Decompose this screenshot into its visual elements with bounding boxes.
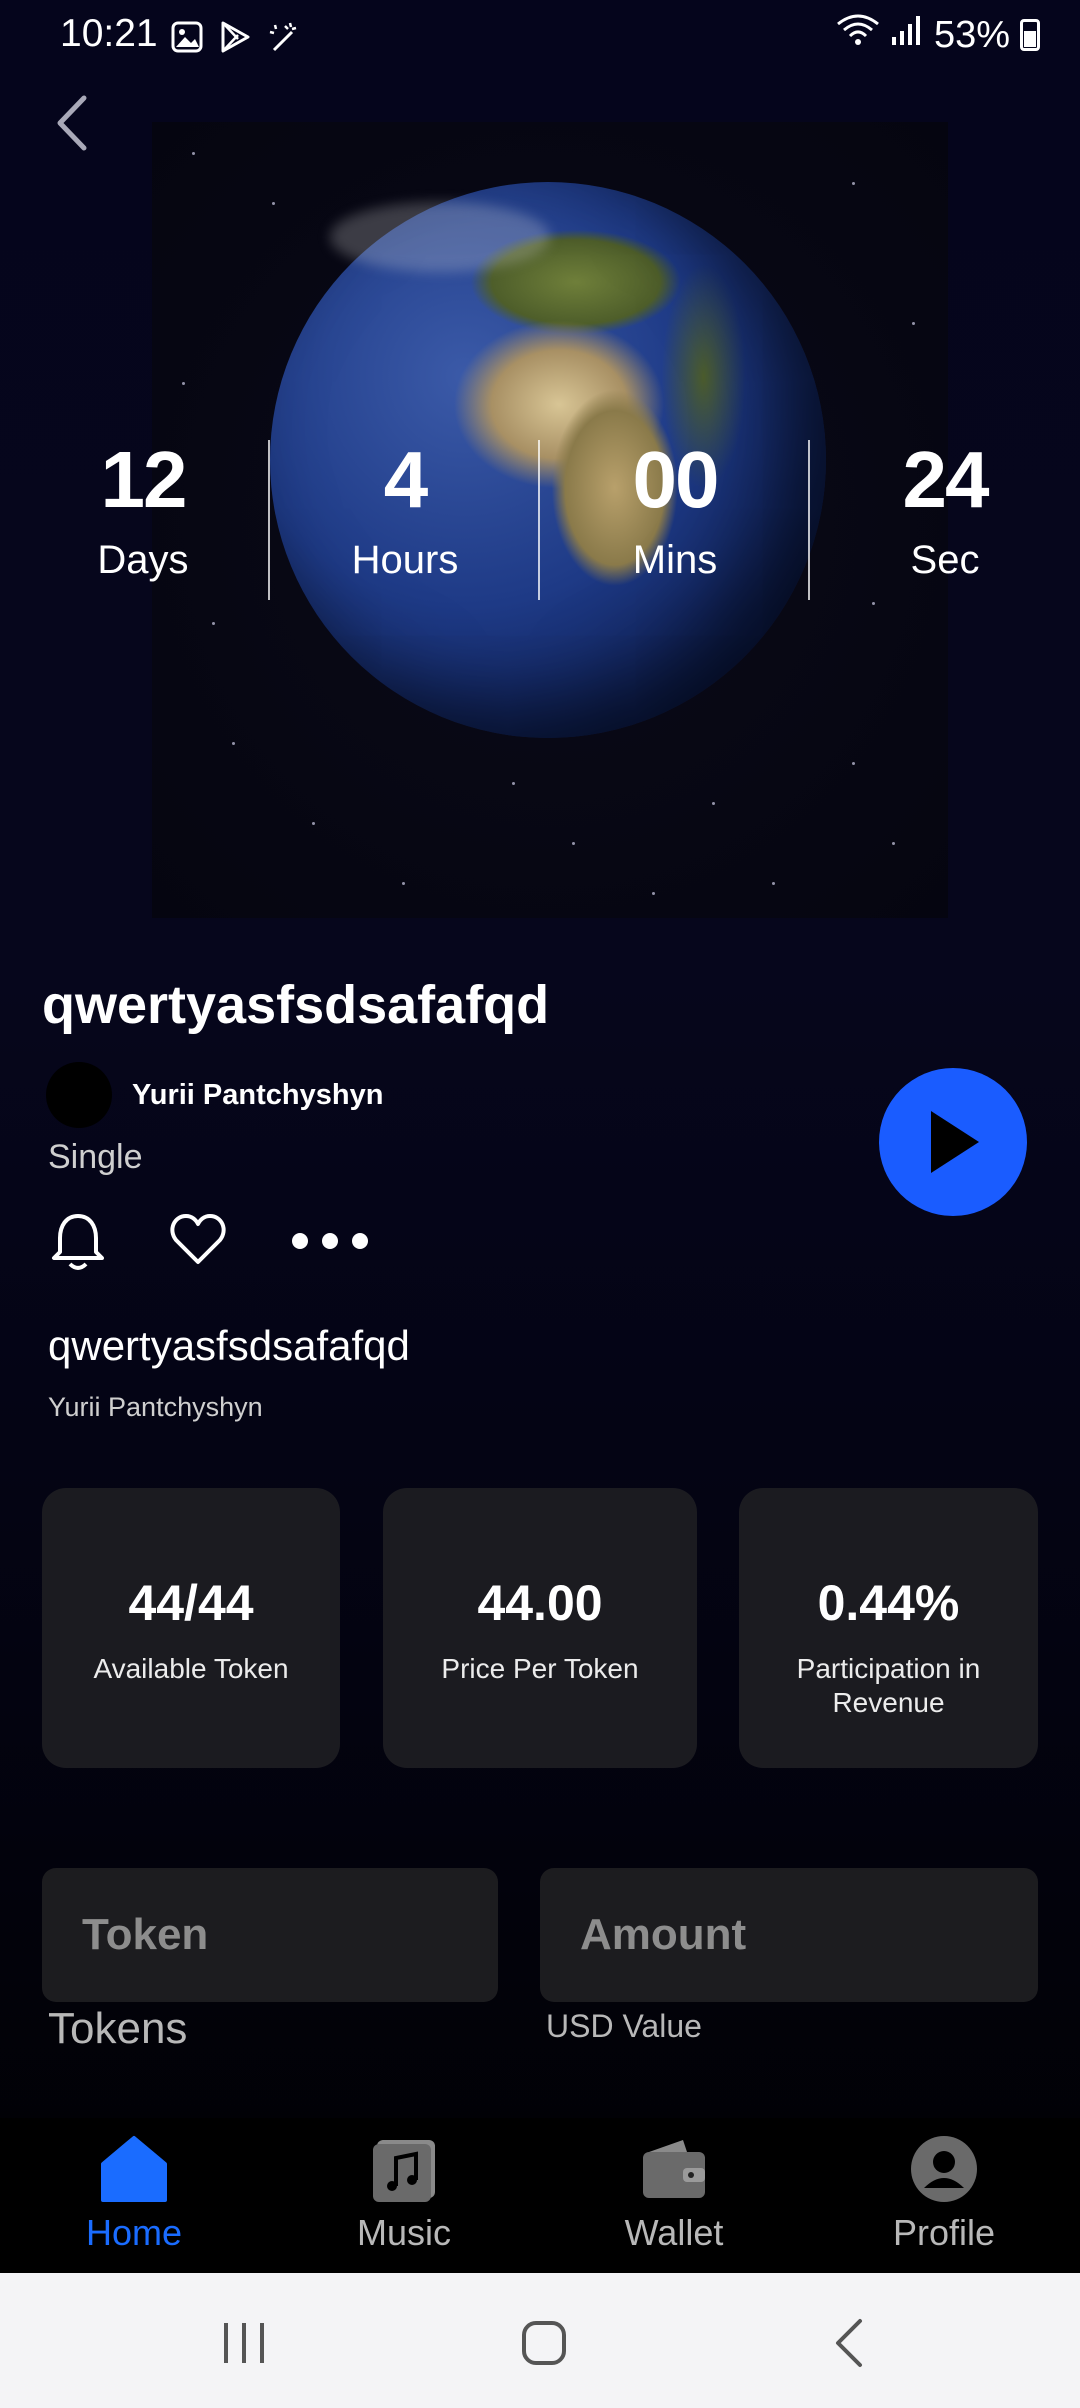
- home-icon: [99, 2134, 169, 2204]
- amount-field[interactable]: [540, 1868, 1038, 2002]
- countdown-divider: [538, 440, 540, 600]
- token-input[interactable]: [42, 1868, 498, 2002]
- more-options-icon[interactable]: [288, 1210, 372, 1272]
- countdown-hours: 4 Hours: [351, 435, 459, 583]
- artist-name[interactable]: Yurii Pantchyshyn: [132, 1079, 383, 1112]
- battery-percent: 53%: [933, 13, 1010, 56]
- artist-row[interactable]: Yurii Pantchyshyn: [46, 1062, 383, 1128]
- profile-icon: [909, 2134, 979, 2204]
- amount-caption: USD Value: [546, 2008, 702, 2044]
- countdown-mins: 00 Mins: [632, 435, 720, 583]
- token-field[interactable]: [42, 1868, 498, 2002]
- magic-wand-icon: [266, 20, 300, 54]
- play-button[interactable]: [879, 1068, 1027, 1216]
- nav-music[interactable]: Music: [294, 2134, 514, 2254]
- track-actions: [48, 1210, 372, 1272]
- nav-profile[interactable]: Profile: [834, 2134, 1054, 2254]
- signal-icon: [890, 13, 924, 57]
- system-status: 53%: [836, 12, 1040, 58]
- token-caption: Tokens: [48, 2004, 188, 2053]
- home-button[interactable]: [514, 2313, 574, 2373]
- countdown-sec: 24 Sec: [902, 435, 990, 583]
- stat-card-price-per-token: 44.00 Price Per Token: [383, 1488, 697, 1768]
- music-icon: [369, 2134, 439, 2204]
- system-navigation-bar: [0, 2273, 1080, 2408]
- track-subtitle: qwertyasfsdsafafqd: [48, 1322, 410, 1369]
- bell-icon[interactable]: [48, 1210, 108, 1272]
- battery-icon: [1020, 19, 1040, 51]
- play-store-icon: [218, 20, 252, 54]
- status-bar: 10:21 53%: [0, 0, 1080, 72]
- gallery-icon: [170, 20, 204, 54]
- countdown-days: 12 Days: [97, 435, 189, 583]
- stat-card-available-token: 44/44 Available Token: [42, 1488, 340, 1768]
- heart-icon[interactable]: [168, 1210, 228, 1272]
- nav-home[interactable]: Home: [24, 2134, 244, 2254]
- system-back-button[interactable]: [820, 2313, 880, 2373]
- countdown-timer: 12 Days 4 Hours 00 Mins 24 Sec: [0, 440, 1080, 610]
- release-type: Single: [48, 1138, 143, 1176]
- status-time: 10:21: [60, 12, 158, 55]
- wallet-icon: [639, 2134, 709, 2204]
- wifi-icon: [836, 12, 880, 58]
- artist-avatar[interactable]: [46, 1062, 112, 1128]
- track-title: qwertyasfsdsafafqd: [42, 975, 550, 1035]
- track-subartist: Yurii Pantchyshyn: [48, 1392, 263, 1422]
- play-icon: [931, 1111, 979, 1173]
- bottom-navigation: Home Music Wallet Profile: [0, 2118, 1080, 2273]
- amount-input[interactable]: [540, 1868, 1038, 2002]
- stat-card-participation: 0.44% Participation in Revenue: [739, 1488, 1038, 1768]
- countdown-divider: [268, 440, 270, 600]
- nav-wallet[interactable]: Wallet: [564, 2134, 784, 2254]
- recent-apps-button[interactable]: [214, 2313, 274, 2373]
- countdown-divider: [808, 440, 810, 600]
- back-button[interactable]: [46, 88, 96, 158]
- notification-icons: [170, 20, 300, 54]
